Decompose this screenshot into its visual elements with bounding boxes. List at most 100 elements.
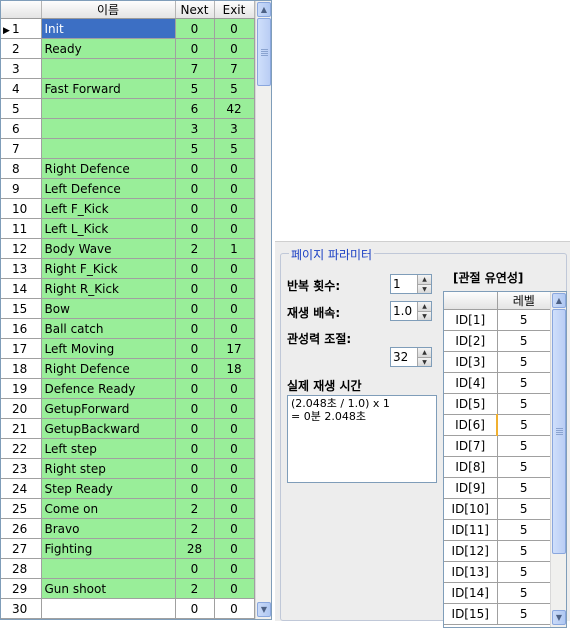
motion-name-cell[interactable]: Body Wave (41, 238, 176, 259)
inertia-spinner[interactable]: 32 ▲ ▼ (390, 347, 432, 367)
exit-cell[interactable]: 0 (214, 278, 255, 299)
joint-id-cell[interactable]: ID[15] (444, 603, 498, 625)
table-row[interactable]: 23 Right step 0 0 (1, 458, 255, 479)
joint-row[interactable]: ID[3] 5 (444, 351, 551, 373)
joint-row[interactable]: ID[8] 5 (444, 456, 551, 478)
next-cell[interactable]: 28 (175, 538, 215, 559)
table-row[interactable]: 2 Ready 0 0 (1, 38, 255, 59)
exit-cell[interactable]: 0 (214, 458, 255, 479)
motion-name-cell[interactable]: Left F_Kick (41, 198, 176, 219)
exit-column-header[interactable]: Exit (214, 1, 255, 19)
exit-cell[interactable]: 0 (214, 378, 255, 399)
row-header[interactable]: 23 (1, 458, 42, 479)
joint-id-cell[interactable]: ID[9] (444, 477, 498, 499)
table-row[interactable]: 25 Come on 2 0 (1, 498, 255, 519)
spin-down-icon[interactable]: ▼ (417, 284, 431, 293)
row-header[interactable]: 22 (1, 438, 42, 459)
play-speed-value[interactable]: 1.0 (393, 304, 412, 318)
next-cell[interactable]: 2 (175, 498, 215, 519)
joint-level-cell[interactable]: 5 (497, 498, 551, 520)
motion-name-cell[interactable]: GetupForward (41, 398, 176, 419)
id-column-header[interactable] (444, 292, 498, 310)
table-row[interactable]: 26 Bravo 2 0 (1, 518, 255, 539)
row-header[interactable]: 8 (1, 158, 42, 179)
motion-name-cell[interactable] (41, 138, 176, 159)
table-row[interactable]: 22 Left step 0 0 (1, 438, 255, 459)
joint-row[interactable]: ID[5] 5 (444, 393, 551, 415)
exit-cell[interactable]: 0 (214, 318, 255, 339)
motion-name-cell[interactable]: Bow (41, 298, 176, 319)
next-cell[interactable]: 2 (175, 238, 215, 259)
exit-cell[interactable]: 0 (214, 578, 255, 599)
joint-level-cell[interactable]: 5 (497, 561, 551, 583)
motion-name-cell[interactable]: Fighting (41, 538, 176, 559)
motion-name-cell[interactable] (41, 98, 176, 119)
next-cell[interactable]: 0 (175, 358, 215, 379)
joint-id-cell[interactable]: ID[5] (444, 393, 498, 415)
next-cell[interactable]: 0 (175, 318, 215, 339)
next-cell[interactable]: 5 (175, 78, 215, 99)
next-cell[interactable]: 0 (175, 378, 215, 399)
table-row[interactable]: 19 Defence Ready 0 0 (1, 378, 255, 399)
joint-level-cell[interactable]: 5 (497, 435, 551, 457)
table-row[interactable]: 10 Left F_Kick 0 0 (1, 198, 255, 219)
next-cell[interactable]: 2 (175, 518, 215, 539)
row-header[interactable]: 28 (1, 558, 42, 579)
joint-row[interactable]: ID[12] 5 (444, 540, 551, 562)
table-row[interactable]: 9 Left Defence 0 0 (1, 178, 255, 199)
row-number-header[interactable] (1, 1, 42, 19)
row-header[interactable]: 18 (1, 358, 42, 379)
joint-id-cell[interactable]: ID[8] (444, 456, 498, 478)
row-header[interactable]: 30 (1, 598, 42, 619)
exit-cell[interactable]: 5 (214, 138, 255, 159)
motion-name-cell[interactable]: Right step (41, 458, 176, 479)
joint-level-cell[interactable]: 5 (497, 582, 551, 604)
joint-row[interactable]: ID[2] 5 (444, 330, 551, 352)
motion-name-cell[interactable]: Left L_Kick (41, 218, 176, 239)
joint-id-cell[interactable]: ID[14] (444, 582, 498, 604)
exit-cell[interactable]: 0 (214, 538, 255, 559)
joint-id-cell[interactable]: ID[3] (444, 351, 498, 373)
row-header[interactable]: 20 (1, 398, 42, 419)
joint-level-cell[interactable]: 5 (497, 393, 551, 415)
table-row[interactable]: 4 Fast Forward 5 5 (1, 78, 255, 99)
grid-scroll-thumb[interactable] (257, 18, 271, 86)
motion-name-cell[interactable]: Come on (41, 498, 176, 519)
play-speed-spinner[interactable]: 1.0 ▲ ▼ (390, 301, 432, 321)
joint-row[interactable]: ID[13] 5 (444, 561, 551, 583)
spin-up-icon[interactable]: ▲ (417, 348, 431, 357)
table-row[interactable]: 16 Ball catch 0 0 (1, 318, 255, 339)
row-header[interactable]: 4 (1, 78, 42, 99)
exit-cell[interactable]: 42 (214, 98, 255, 119)
motion-name-cell[interactable]: Ball catch (41, 318, 176, 339)
next-cell[interactable]: 0 (175, 258, 215, 279)
next-column-header[interactable]: Next (175, 1, 215, 19)
row-header[interactable]: 14 (1, 278, 42, 299)
motion-name-cell[interactable]: Defence Ready (41, 378, 176, 399)
joint-row[interactable]: ID[1] 5 (444, 309, 551, 331)
table-row[interactable]: 29 Gun shoot 2 0 (1, 578, 255, 599)
row-header[interactable]: 5 (1, 98, 42, 119)
exit-cell[interactable]: 0 (214, 258, 255, 279)
motion-name-cell[interactable] (41, 558, 176, 579)
exit-cell[interactable]: 0 (214, 398, 255, 419)
scroll-up-arrow-icon[interactable]: ▲ (552, 293, 566, 308)
joint-id-cell[interactable]: ID[1] (444, 309, 498, 331)
joint-row[interactable]: ID[7] 5 (444, 435, 551, 457)
joint-id-cell[interactable]: ID[4] (444, 372, 498, 394)
joint-id-cell[interactable]: ID[2] (444, 330, 498, 352)
exit-cell[interactable]: 0 (214, 38, 255, 59)
row-header[interactable]: 16 (1, 318, 42, 339)
next-cell[interactable]: 0 (175, 278, 215, 299)
exit-cell[interactable]: 0 (214, 518, 255, 539)
next-cell[interactable]: 0 (175, 18, 215, 39)
joint-row[interactable]: ID[14] 5 (444, 582, 551, 604)
table-row[interactable]: 8 Right Defence 0 0 (1, 158, 255, 179)
next-cell[interactable]: 0 (175, 338, 215, 359)
next-cell[interactable]: 0 (175, 198, 215, 219)
motion-name-cell[interactable]: GetupBackward (41, 418, 176, 439)
motion-name-cell[interactable]: Bravo (41, 518, 176, 539)
exit-cell[interactable]: 0 (214, 558, 255, 579)
motion-name-cell[interactable] (41, 58, 176, 79)
exit-cell[interactable]: 0 (214, 218, 255, 239)
